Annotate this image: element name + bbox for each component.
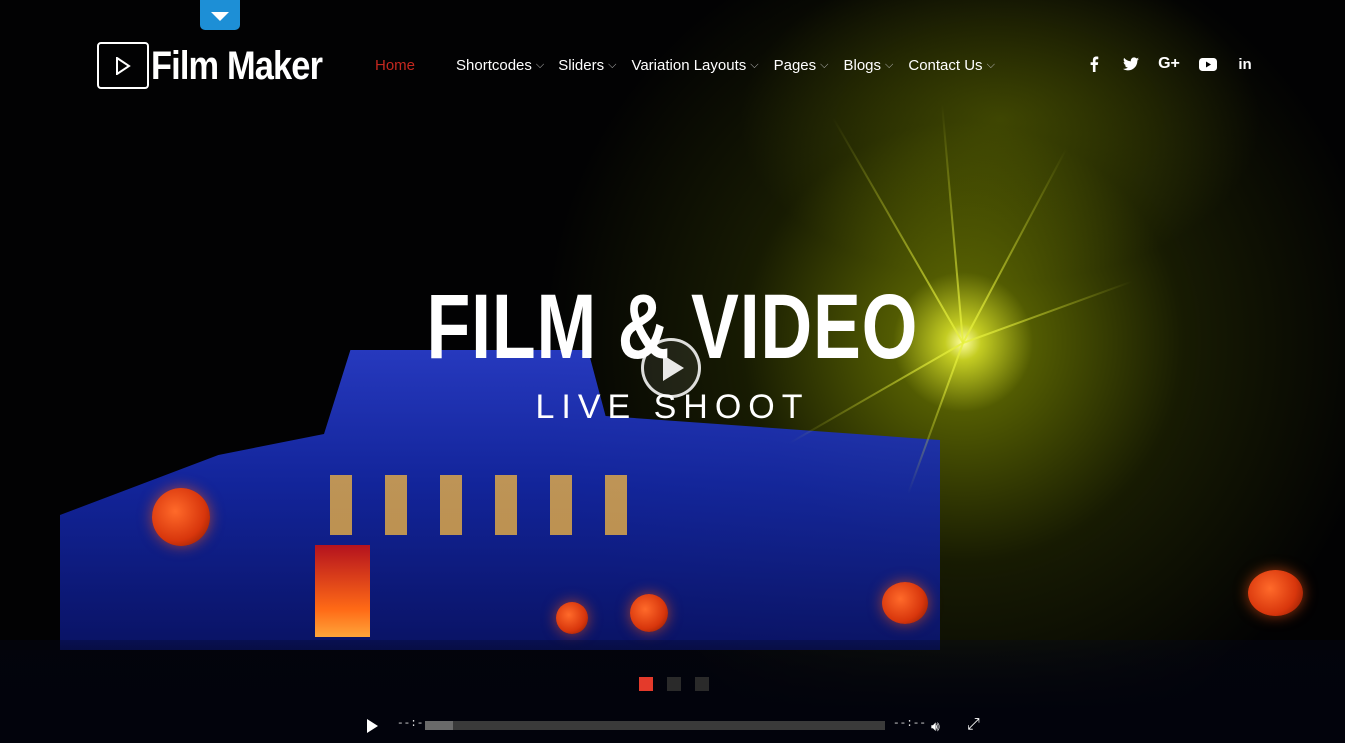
nav-item-pages[interactable]: Pages ⌵ xyxy=(774,55,829,75)
nav-label: Variation Layouts xyxy=(631,56,747,74)
video-player-controls: --:-- --:-- 🔊︎ ⤢ xyxy=(365,716,985,736)
nav-label: Home xyxy=(375,56,416,74)
play-icon xyxy=(97,42,149,89)
facebook-icon[interactable] xyxy=(1083,54,1105,74)
main-nav: Home Shortcodes ⌵ Sliders ⌵ Variation La… xyxy=(375,55,995,75)
linkedin-icon[interactable]: in xyxy=(1234,54,1256,74)
slider-pagination xyxy=(639,677,709,691)
slider-dot-2[interactable] xyxy=(667,677,681,691)
progress-track[interactable] xyxy=(425,721,885,730)
nav-label: Blogs xyxy=(843,56,882,74)
chevron-down-icon: ⌵ xyxy=(750,58,759,71)
slider-dot-1[interactable] xyxy=(639,677,653,691)
nav-label: Pages xyxy=(773,56,817,74)
stage-screen xyxy=(315,545,370,637)
lit-windows xyxy=(330,475,630,535)
play-icon[interactable] xyxy=(367,719,378,733)
logo-text: Film Maker xyxy=(151,43,323,88)
slider-dot-3[interactable] xyxy=(695,677,709,691)
header-toggle-tab[interactable] xyxy=(200,0,240,30)
chevron-down-icon: ⌵ xyxy=(885,58,894,71)
chevron-down-icon: ⌵ xyxy=(535,58,545,71)
nav-item-shortcodes[interactable]: Shortcodes ⌵ xyxy=(456,55,544,75)
orange-lamp xyxy=(152,488,210,546)
fullscreen-icon[interactable]: ⤢ xyxy=(967,716,980,734)
site-logo[interactable]: Film Maker xyxy=(97,42,350,89)
nav-item-sliders[interactable]: Sliders ⌵ xyxy=(558,55,616,75)
nav-label: Sliders xyxy=(558,56,605,74)
nav-item-variation-layouts[interactable]: Variation Layouts ⌵ xyxy=(631,55,758,75)
volume-icon[interactable]: 🔊︎ xyxy=(931,718,940,735)
duration: --:-- xyxy=(893,718,927,730)
orange-lamp xyxy=(556,602,588,634)
chevron-down-icon: ⌵ xyxy=(986,58,995,71)
chevron-down-icon: ⌵ xyxy=(820,58,829,71)
twitter-icon[interactable] xyxy=(1120,54,1142,74)
youtube-icon[interactable] xyxy=(1197,54,1219,74)
video-play-button[interactable] xyxy=(641,338,701,398)
play-icon xyxy=(663,355,684,381)
nav-label: Shortcodes xyxy=(456,56,532,74)
nav-label: Contact Us xyxy=(908,56,983,74)
nav-item-home[interactable]: Home xyxy=(375,55,415,75)
nav-item-blogs[interactable]: Blogs ⌵ xyxy=(843,55,893,75)
chevron-down-icon xyxy=(211,11,229,21)
orange-lamp xyxy=(882,582,928,624)
orange-lamp xyxy=(1248,570,1303,616)
chevron-down-icon: ⌵ xyxy=(608,58,617,71)
google-plus-icon[interactable]: G+ xyxy=(1158,54,1180,74)
nav-item-contact-us[interactable]: Contact Us ⌵ xyxy=(908,55,995,75)
orange-lamp xyxy=(630,594,668,632)
progress-fill xyxy=(425,721,453,730)
